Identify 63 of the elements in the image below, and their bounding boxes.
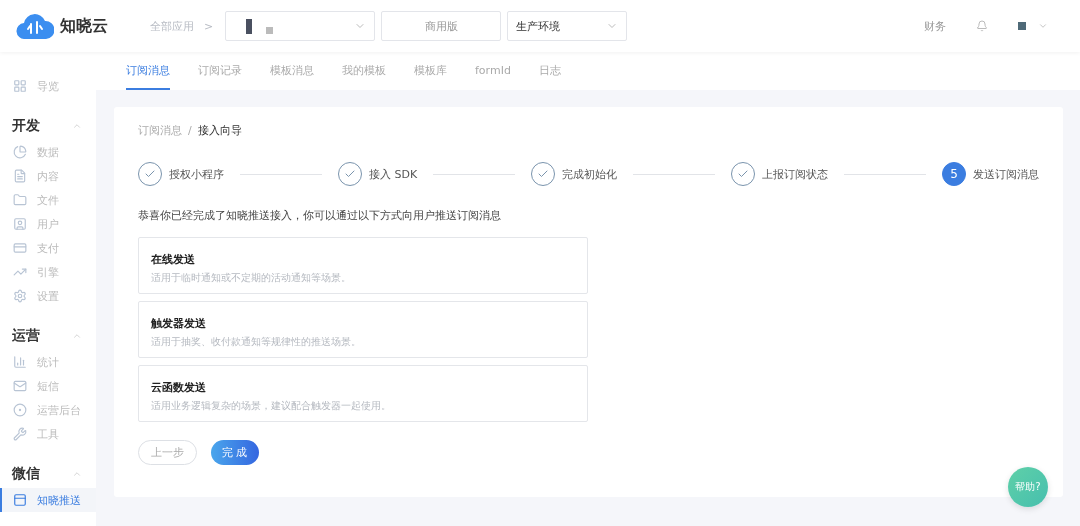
document-icon <box>13 169 27 183</box>
tab[interactable]: 订阅消息 <box>126 52 170 90</box>
tab[interactable]: 模板消息 <box>270 52 314 90</box>
tab[interactable]: 我的模板 <box>342 52 386 90</box>
chevron-down-icon[interactable] <box>1038 21 1048 31</box>
help-button[interactable]: 帮助? <box>1008 467 1048 507</box>
step-label: 发送订阅消息 <box>973 166 1039 182</box>
tab[interactable]: 日志 <box>538 52 561 90</box>
logo-text: 知晓云 <box>60 15 108 37</box>
breadcrumb-separator: / <box>188 124 192 137</box>
chevron-icon[interactable] <box>72 469 82 479</box>
breadcrumb-item[interactable]: 订阅消息 <box>138 123 182 138</box>
bell-icon[interactable] <box>976 20 988 32</box>
step-label: 完成初始化 <box>562 166 618 182</box>
step-label: 上报订阅状态 <box>762 166 829 182</box>
sidebar-item[interactable]: 数据 <box>0 140 96 164</box>
step-label: 接入 SDK <box>368 166 418 182</box>
sidebar-item[interactable]: 短信 <box>0 374 96 398</box>
sidebar-item[interactable]: 设置 <box>0 284 96 308</box>
avatar[interactable] <box>1018 22 1026 30</box>
sidebar-group-title: 微信 <box>12 465 40 483</box>
sidebar-item[interactable]: 统计 <box>0 350 96 374</box>
step-number: 5 <box>942 162 966 186</box>
app-icon <box>246 18 253 34</box>
layout-icon <box>13 493 27 507</box>
send-option[interactable]: 触发器发送 适用于抽奖、收付款通知等规律性的推送场景。 <box>138 301 588 358</box>
tab[interactable]: 订阅记录 <box>198 52 242 90</box>
tab[interactable]: formId <box>475 52 511 90</box>
sidebar-item[interactable]: 支付 <box>0 236 96 260</box>
grid-icon <box>13 79 27 93</box>
pie-chart-icon <box>13 145 27 159</box>
sidebar-group-title: 运营 <box>12 327 40 345</box>
user-icon <box>13 217 27 231</box>
cloud-logo-icon <box>16 13 54 39</box>
send-option[interactable]: 在线发送 适用于临时通知或不定期的活动通知等场景。 <box>138 237 588 294</box>
finish-button[interactable]: 完 成 <box>211 440 259 465</box>
sidebar-item[interactable]: 用户 <box>0 212 96 236</box>
sidebar-item[interactable]: 知晓推送 <box>0 488 96 512</box>
chevron-icon[interactable] <box>72 121 82 131</box>
tab[interactable]: 模板库 <box>414 52 447 90</box>
sidebar-item[interactable]: 运营后台 <box>0 398 96 422</box>
mail-icon <box>13 379 27 393</box>
finance-link[interactable]: 财务 <box>924 18 946 34</box>
card-icon <box>13 241 27 255</box>
circle-icon <box>13 403 27 417</box>
sidebar-item[interactable]: 文件 <box>0 188 96 212</box>
back-button[interactable]: 上一步 <box>138 440 197 465</box>
sidebar-item[interactable]: 内容 <box>0 164 96 188</box>
settings-icon <box>13 289 27 303</box>
intro-text: 恭喜你已经完成了知晓推送接入，你可以通过以下方式向用户推送订阅消息 <box>138 208 502 223</box>
sidebar-item[interactable]: 引擎 <box>0 260 96 284</box>
environment-select[interactable]: 生产环境 <box>507 11 628 41</box>
breadcrumb-separator: > <box>204 19 214 33</box>
all-apps-link[interactable]: 全部应用 <box>150 18 194 34</box>
chevron-icon[interactable] <box>72 331 82 341</box>
folder-icon <box>13 193 27 207</box>
step-label: 授权小程序 <box>169 166 224 182</box>
edition-field[interactable]: 商用版 <box>381 11 502 41</box>
sidebar-group-title: 开发 <box>12 117 40 135</box>
bar-chart-icon <box>13 355 27 369</box>
breadcrumb-item: 接入向导 <box>197 123 242 138</box>
wrench-icon <box>13 427 27 441</box>
app-select[interactable] <box>225 11 376 41</box>
